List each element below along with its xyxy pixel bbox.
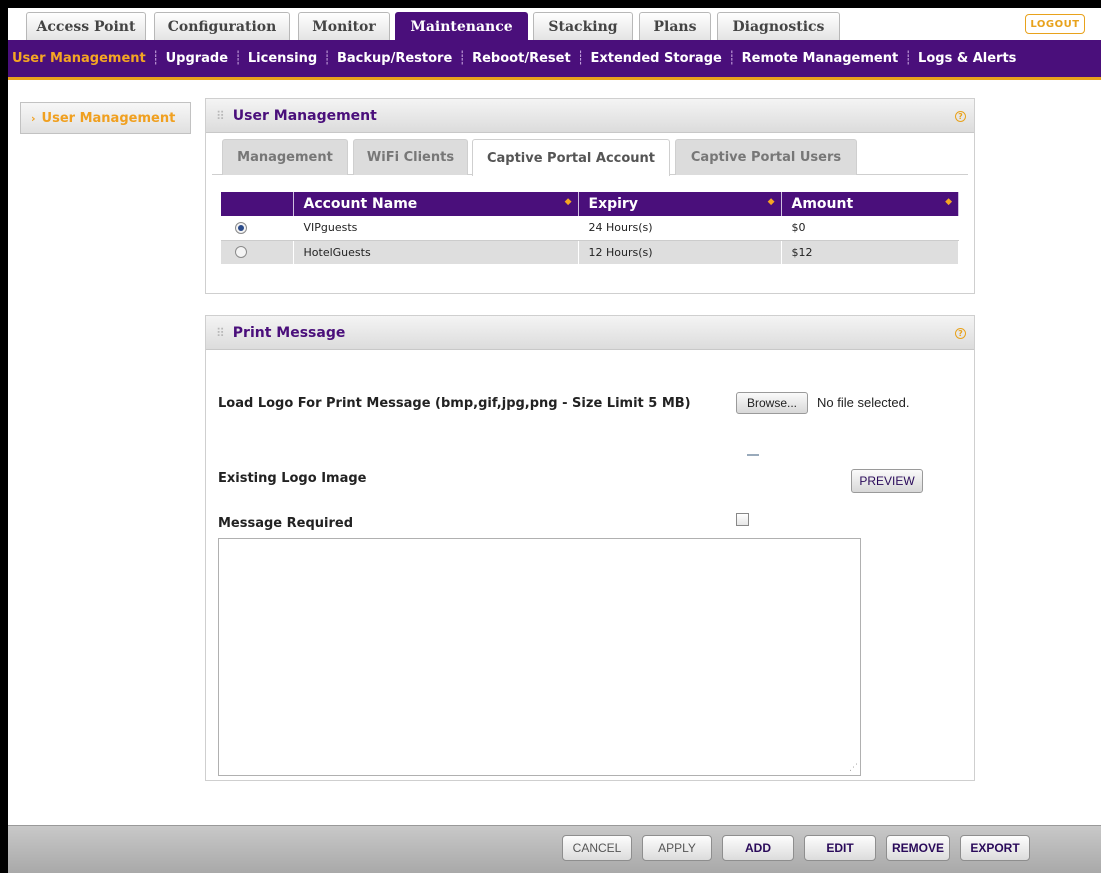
amount-cell: $12 <box>781 240 959 264</box>
subnav-separator: ┊ <box>727 51 736 66</box>
panel-title: User Management <box>232 107 377 124</box>
top-tab-bar: Access Point Configuration Monitor Maint… <box>8 8 1101 41</box>
amount-cell: $0 <box>781 216 959 241</box>
table-row[interactable]: HotelGuests 12 Hours(s) $12 <box>221 240 959 264</box>
logout-button[interactable]: LOGOUT <box>1025 14 1085 34</box>
existing-logo-placeholder <box>747 454 759 456</box>
message-textarea[interactable]: ⋰ <box>218 538 861 776</box>
grip-icon: ⠿ <box>216 325 225 340</box>
sort-icon: ◆ <box>767 197 775 207</box>
subnav-reboot-reset[interactable]: Reboot/Reset <box>472 51 571 66</box>
expiry-cell: 12 Hours(s) <box>578 240 782 264</box>
select-column-header <box>221 192 294 216</box>
tab-configuration[interactable]: Configuration <box>154 12 290 40</box>
sub-nav: User Management ┊ Upgrade ┊ Licensing ┊ … <box>8 40 1101 80</box>
print-message-panel: ⠿ Print Message ? Load Logo For Print Me… <box>205 315 975 781</box>
tab-access-point[interactable]: Access Point <box>26 12 146 40</box>
sidebar-item-user-management[interactable]: › User Management <box>20 102 191 134</box>
tab-captive-portal-users[interactable]: Captive Portal Users <box>675 139 857 175</box>
apply-button[interactable]: APPLY <box>642 835 712 861</box>
sidebar-item-label: User Management <box>41 110 176 126</box>
sort-icon: ◆ <box>564 197 572 207</box>
column-header-expiry[interactable]: Expiry ◆ <box>578 192 782 216</box>
preview-button[interactable]: PREVIEW <box>851 469 923 493</box>
user-management-tabs: Management WiFi Clients Captive Portal A… <box>212 139 968 176</box>
edit-button[interactable]: EDIT <box>804 835 876 861</box>
subnav-licensing[interactable]: Licensing <box>248 51 317 66</box>
subnav-separator: ┊ <box>458 51 467 66</box>
row-select-cell <box>221 216 294 241</box>
add-button[interactable]: ADD <box>722 835 794 861</box>
row-radio-button[interactable] <box>235 221 247 234</box>
app-frame: Access Point Configuration Monitor Maint… <box>8 8 1101 873</box>
message-required-label: Message Required <box>218 516 354 531</box>
tab-stacking[interactable]: Stacking <box>533 12 633 40</box>
no-file-text: No file selected. <box>817 395 910 410</box>
row-radio-button[interactable] <box>235 246 247 259</box>
subnav-separator: ┊ <box>576 51 585 66</box>
subnav-upgrade[interactable]: Upgrade <box>166 51 228 66</box>
account-name-cell: HotelGuests <box>293 240 579 264</box>
subnav-remote-management[interactable]: Remote Management <box>742 51 899 66</box>
sort-icon: ◆ <box>945 197 952 207</box>
row-select-cell <box>221 240 294 264</box>
panel-title: Print Message <box>232 324 346 341</box>
subnav-extended-storage[interactable]: Extended Storage <box>591 51 722 66</box>
export-button[interactable]: EXPORT <box>960 835 1030 861</box>
grip-icon: ⠿ <box>216 108 225 123</box>
tab-plans[interactable]: Plans <box>639 12 711 40</box>
tab-monitor[interactable]: Monitor <box>298 12 390 40</box>
subnav-backup-restore[interactable]: Backup/Restore <box>337 51 452 66</box>
subnav-separator: ┊ <box>323 51 331 66</box>
tab-captive-portal-account[interactable]: Captive Portal Account <box>472 139 670 176</box>
remove-button[interactable]: REMOVE <box>886 835 950 861</box>
panel-header: ⠿ Print Message ? <box>206 316 974 350</box>
tab-management[interactable]: Management <box>222 139 348 175</box>
help-icon[interactable]: ? <box>955 111 966 122</box>
tab-wifi-clients[interactable]: WiFi Clients <box>353 139 468 175</box>
account-table: Account Name ◆ Expiry ◆ Amount ◆ VIPguests … <box>221 192 959 264</box>
existing-logo-label: Existing Logo Image <box>218 471 367 486</box>
subnav-separator: ┊ <box>151 51 160 66</box>
column-header-account-name[interactable]: Account Name ◆ <box>293 192 579 216</box>
column-header-amount[interactable]: Amount ◆ <box>781 192 959 216</box>
column-header-label: Account Name <box>303 196 418 212</box>
message-required-checkbox[interactable] <box>736 513 749 526</box>
subnav-separator: ┊ <box>234 51 242 66</box>
footer-action-bar: CANCEL APPLY ADD EDIT REMOVE EXPORT <box>8 825 1101 873</box>
subnav-user-management[interactable]: User Management <box>12 51 146 66</box>
tab-maintenance[interactable]: Maintenance <box>395 12 528 41</box>
resize-grip-icon[interactable]: ⋰ <box>849 764 858 773</box>
account-name-cell: VIPguests <box>293 216 579 241</box>
column-header-label: Expiry <box>588 196 638 212</box>
browse-button[interactable]: Browse... <box>736 392 808 414</box>
panel-header: ⠿ User Management ? <box>206 99 974 133</box>
tab-diagnostics[interactable]: Diagnostics <box>717 12 840 40</box>
help-icon[interactable]: ? <box>955 328 966 339</box>
table-header-row: Account Name ◆ Expiry ◆ Amount ◆ <box>221 192 959 216</box>
chevron-right-icon: › <box>31 111 36 125</box>
subnav-separator: ┊ <box>904 51 913 66</box>
subnav-logs-alerts[interactable]: Logs & Alerts <box>918 51 1016 66</box>
load-logo-label: Load Logo For Print Message (bmp,gif,jpg… <box>218 396 691 411</box>
user-management-panel: ⠿ User Management ? Management WiFi Clie… <box>205 98 975 294</box>
expiry-cell: 24 Hours(s) <box>578 216 782 241</box>
column-header-label: Amount <box>791 196 854 212</box>
cancel-button[interactable]: CANCEL <box>562 835 632 861</box>
table-row[interactable]: VIPguests 24 Hours(s) $0 <box>221 216 959 241</box>
